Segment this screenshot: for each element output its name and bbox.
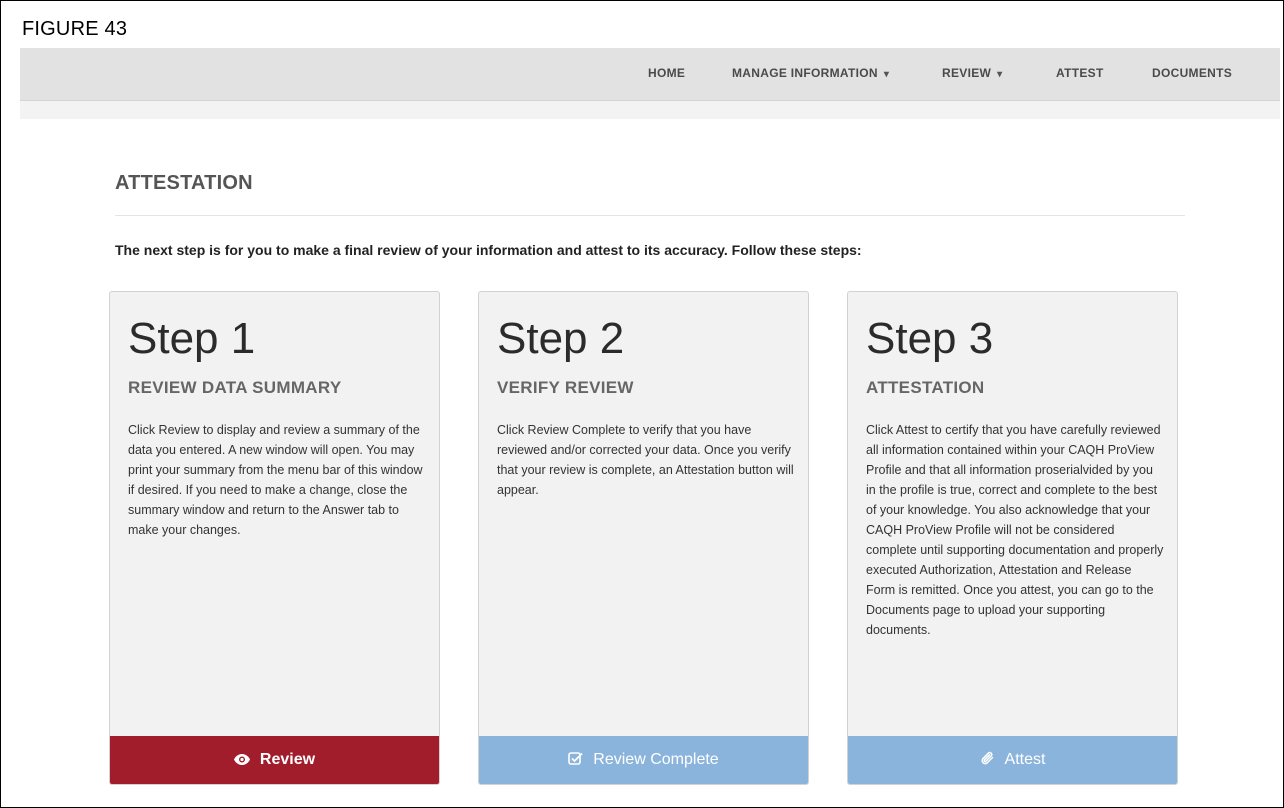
- nav-documents-label: DOCUMENTS: [1152, 66, 1233, 80]
- caret-down-icon: ▾: [883, 69, 890, 80]
- step-heading: Step 2: [497, 314, 625, 363]
- check-square-icon: [568, 751, 583, 770]
- eye-icon: [233, 752, 250, 769]
- paperclip-icon: [980, 751, 995, 770]
- nav-manage-information-label: MANAGE INFORMATION: [732, 66, 878, 80]
- attest-button-label: Attest: [1004, 751, 1046, 768]
- nav-home-label: HOME: [648, 66, 686, 80]
- step-description: Click Review Complete to verify that you…: [497, 423, 794, 497]
- step-description: Click Review to display and review a sum…: [128, 423, 423, 537]
- step-heading: Step 3: [866, 314, 994, 363]
- review-button-label: Review: [259, 751, 316, 768]
- nav-manage-information[interactable]: MANAGE INFORMATION ▾: [732, 66, 889, 80]
- nav-attest[interactable]: ATTEST: [1056, 66, 1104, 80]
- step-subheading: VERIFY REVIEW: [497, 378, 634, 397]
- page-title: ATTESTATION: [115, 172, 253, 194]
- top-navbar: HOME MANAGE INFORMATION ▾ REVIEW ▾ ATTEST …: [20, 48, 1280, 101]
- title-divider: [115, 215, 1185, 216]
- attest-button[interactable]: Attest: [848, 736, 1177, 784]
- step-subheading: REVIEW DATA SUMMARY: [128, 378, 342, 397]
- nav-documents[interactable]: DOCUMENTS: [1152, 66, 1232, 80]
- step-heading: Step 1: [128, 314, 256, 363]
- figure-label: FIGURE 43: [22, 18, 128, 40]
- step-card-1: Step 1 REVIEW DATA SUMMARY Click Review …: [109, 291, 440, 785]
- step-description: Click Attest to certify that you have ca…: [866, 423, 1164, 637]
- navbar-shadow: [20, 101, 1280, 119]
- step-card-3: Step 3 ATTESTATION Click Attest to certi…: [847, 291, 1178, 785]
- caret-down-icon: ▾: [997, 69, 1003, 80]
- review-complete-button-label: Review Complete: [593, 751, 719, 768]
- nav-review[interactable]: REVIEW ▾: [942, 66, 1002, 80]
- review-button[interactable]: Review: [110, 736, 439, 784]
- review-complete-button[interactable]: Review Complete: [479, 736, 808, 784]
- step-card-2: Step 2 VERIFY REVIEW Click Review Comple…: [478, 291, 809, 785]
- intro-text: The next step is for you to make a final…: [115, 242, 862, 258]
- nav-home[interactable]: HOME: [648, 66, 685, 80]
- nav-review-label: REVIEW: [942, 66, 992, 80]
- nav-attest-label: ATTEST: [1056, 66, 1104, 80]
- step-subheading: ATTESTATION: [866, 378, 985, 397]
